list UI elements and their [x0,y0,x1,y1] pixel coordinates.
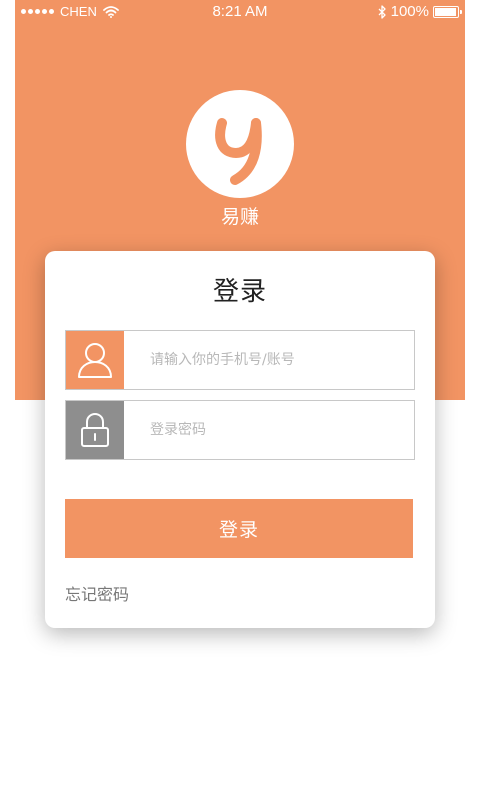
user-icon-box [66,331,124,389]
login-screen: CHEN 8:21 AM 100% 易赚 登录 请输入你的手机号/账号 登录 忘… [0,0,480,800]
bluetooth-icon [378,4,386,19]
status-right: 100% [378,3,462,20]
password-input[interactable] [150,401,405,459]
battery-percent: 100% [390,3,429,20]
forgot-password-link[interactable]: 忘记密码 [65,581,129,605]
lock-icon-box [66,401,124,459]
lock-icon [81,412,109,447]
login-button[interactable]: 登录 [65,499,413,558]
password-field[interactable] [65,400,415,460]
login-card: 登录 登录 忘记密码 [45,251,435,628]
app-name: 易赚 [220,206,259,228]
phone-field[interactable] [65,330,415,390]
app-logo [186,90,294,198]
battery-fill [435,7,456,16]
logo-y-icon [215,118,262,185]
login-title: 登录 [212,277,267,307]
user-icon [78,343,112,378]
phone-input[interactable] [150,331,405,389]
status-bar: CHEN 8:21 AM 100% [15,0,465,24]
battery-icon [433,5,462,18]
